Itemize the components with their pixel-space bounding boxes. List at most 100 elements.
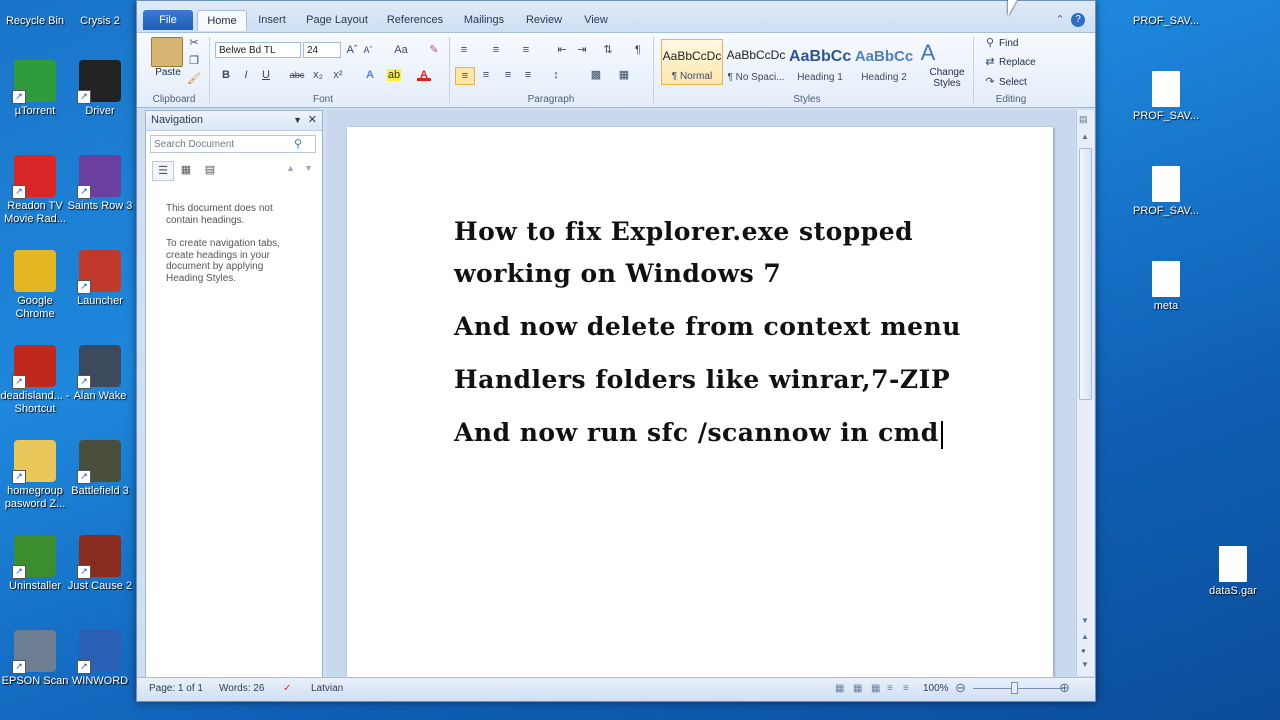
find-button[interactable]: Find: [999, 38, 1018, 49]
document-line-2[interactable]: working on Windows 7: [454, 259, 781, 288]
browse-headings-icon[interactable]: ☰: [152, 161, 174, 181]
next-heading-icon[interactable]: ▼: [304, 163, 313, 173]
web-layout-icon[interactable]: ▦: [871, 683, 880, 694]
page-count[interactable]: Page: 1 of 1: [149, 683, 203, 694]
zoom-level[interactable]: 100%: [923, 683, 949, 694]
shrink-font-icon[interactable]: Aˇ: [361, 44, 375, 56]
document-line-4[interactable]: Handlers folders like winrar,7-ZIP: [454, 365, 950, 394]
search-icon[interactable]: ⚲: [294, 137, 302, 150]
desktop-icon[interactable]: ↗ WINWORD: [62, 630, 138, 688]
tab-view[interactable]: View: [575, 10, 617, 30]
search-input[interactable]: Search Document: [150, 135, 316, 153]
clear-formatting-icon[interactable]: ✎: [427, 44, 441, 56]
document-line-3[interactable]: And now delete from context menu: [454, 312, 961, 341]
subscript-button[interactable]: x₂: [311, 69, 325, 81]
align-right-icon[interactable]: ≡: [501, 69, 515, 81]
zoom-slider-thumb[interactable]: [1011, 682, 1018, 694]
pane-options-icon[interactable]: ▼: [293, 111, 302, 130]
justify-icon[interactable]: ≡: [521, 69, 535, 81]
text-effects-icon[interactable]: A: [363, 69, 377, 81]
vertical-scrollbar[interactable]: ▤ ▲ ▼ ▲ ● ▼: [1076, 110, 1094, 676]
show-formatting-icon[interactable]: ¶: [631, 44, 645, 56]
desktop-icon[interactable]: ↗ Driver: [62, 60, 138, 118]
grow-font-icon[interactable]: Aˆ: [345, 44, 359, 56]
shading-icon[interactable]: ▩: [589, 69, 603, 81]
superscript-button[interactable]: x²: [331, 69, 345, 81]
decrease-indent-icon[interactable]: ⇤: [555, 44, 569, 56]
document-line-5[interactable]: And now run sfc /scannow in cmd: [454, 418, 943, 449]
browse-pages-icon[interactable]: ▦: [176, 161, 196, 179]
line-spacing-icon[interactable]: ↕: [549, 69, 563, 81]
change-styles-icon[interactable]: A: [917, 41, 939, 65]
tab-page-layout[interactable]: Page Layout: [301, 10, 373, 30]
desktop-icon[interactable]: meta: [1128, 255, 1204, 313]
desktop-icon[interactable]: PROF_SAV...: [1128, 0, 1204, 28]
document-page[interactable]: How to fix Explorer.exe stopped working …: [347, 127, 1053, 687]
help-icon[interactable]: ?: [1071, 13, 1085, 27]
document-area[interactable]: How to fix Explorer.exe stopped working …: [327, 110, 1075, 687]
tab-references[interactable]: References: [381, 10, 449, 30]
minimize-ribbon-icon[interactable]: ⌃: [1053, 14, 1067, 26]
cut-icon[interactable]: ✂: [187, 37, 201, 49]
align-center-icon[interactable]: ≡: [479, 69, 493, 81]
strikethrough-button[interactable]: abc: [287, 69, 307, 81]
desktop-icon[interactable]: PROF_SAV...: [1128, 160, 1204, 218]
tab-file[interactable]: File: [143, 10, 193, 30]
word-count[interactable]: Words: 26: [219, 683, 264, 694]
zoom-slider[interactable]: [973, 688, 1063, 689]
increase-indent-icon[interactable]: ⇥: [575, 44, 589, 56]
tab-insert[interactable]: Insert: [249, 10, 295, 30]
tab-review[interactable]: Review: [519, 10, 569, 30]
desktop-icon[interactable]: ↗ Just Cause 2: [62, 535, 138, 593]
browse-results-icon[interactable]: ▤: [200, 161, 220, 179]
highlight-icon[interactable]: ab: [387, 69, 401, 81]
align-left-icon[interactable]: ≡: [455, 67, 475, 85]
paste-icon[interactable]: [151, 37, 183, 67]
document-line-1[interactable]: How to fix Explorer.exe stopped: [454, 217, 913, 246]
multilevel-list-icon[interactable]: ≡: [519, 44, 533, 56]
style-item[interactable]: AaBbCc Heading 2: [853, 39, 915, 85]
underline-button[interactable]: U: [259, 69, 273, 81]
draft-icon[interactable]: ≡: [903, 683, 909, 694]
bold-button[interactable]: B: [219, 69, 233, 81]
desktop-icon[interactable]: ↗ Saints Row 3: [62, 155, 138, 213]
font-color-icon[interactable]: A: [417, 69, 431, 81]
ruler-toggle-icon[interactable]: ▤: [1079, 114, 1088, 125]
language-indicator[interactable]: Latvian: [311, 683, 343, 694]
desktop-icon[interactable]: ↗ Alan Wake: [62, 345, 138, 403]
desktop-icon[interactable]: PROF_SAV...: [1128, 65, 1204, 123]
style-item[interactable]: AaBbCcDc ¶ No Spaci...: [725, 39, 787, 85]
next-page-icon[interactable]: ▼: [1081, 660, 1089, 669]
tab-home[interactable]: Home: [197, 10, 247, 31]
font-name-field[interactable]: Belwe Bd TL: [215, 42, 301, 58]
replace-button[interactable]: Replace: [999, 57, 1036, 68]
style-item[interactable]: AaBbCс Heading 1: [789, 39, 851, 85]
italic-button[interactable]: I: [239, 69, 253, 81]
numbering-icon[interactable]: ≡: [489, 44, 503, 56]
change-case-icon[interactable]: Aa: [391, 44, 411, 56]
paste-button[interactable]: Paste: [151, 67, 185, 78]
zoom-in-icon[interactable]: ⊕: [1059, 680, 1070, 696]
document-line-5-text[interactable]: And now run sfc /scannow in cmd: [454, 418, 939, 447]
outline-icon[interactable]: ≡: [887, 683, 893, 694]
format-painter-icon[interactable]: 🖌: [187, 73, 201, 85]
browse-object-icon[interactable]: ●: [1081, 646, 1086, 655]
proofing-icon[interactable]: ✓: [283, 683, 291, 694]
desktop-icon[interactable]: ↗ Launcher: [62, 250, 138, 308]
close-icon[interactable]: ✕: [308, 111, 317, 130]
print-layout-icon[interactable]: ▦: [835, 683, 844, 694]
scroll-thumb[interactable]: [1079, 148, 1092, 400]
style-item[interactable]: AaBbCcDc ¶ Normal: [661, 39, 723, 85]
scroll-up-icon[interactable]: ▲: [1081, 132, 1089, 141]
copy-icon[interactable]: ❐: [187, 55, 201, 67]
previous-page-icon[interactable]: ▲: [1081, 632, 1089, 641]
select-button[interactable]: Select: [999, 77, 1027, 88]
zoom-out-icon[interactable]: ⊖: [955, 680, 966, 696]
desktop-icon[interactable]: Crysis 2: [62, 0, 138, 28]
borders-icon[interactable]: ▦: [617, 69, 631, 81]
scroll-down-icon[interactable]: ▼: [1081, 616, 1089, 625]
full-screen-icon[interactable]: ▦: [853, 683, 862, 694]
bullets-icon[interactable]: ≡: [457, 44, 471, 56]
font-size-field[interactable]: 24: [303, 42, 341, 58]
tab-mailings[interactable]: Mailings: [455, 10, 513, 30]
